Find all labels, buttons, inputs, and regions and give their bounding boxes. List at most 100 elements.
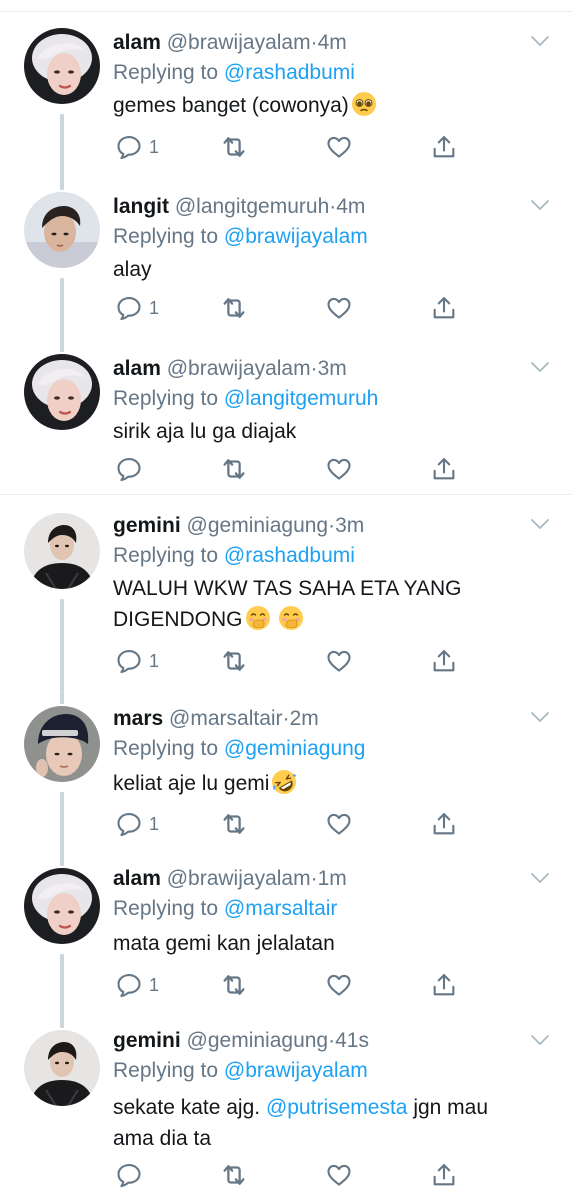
chevron-down-icon[interactable]: [530, 710, 550, 724]
retweet-button[interactable]: [219, 969, 249, 1001]
reply-count: 1: [149, 974, 160, 995]
mention-link[interactable]: @geminiagung: [224, 737, 366, 760]
thread-line-top: [60, 692, 64, 704]
avatar[interactable]: [24, 706, 100, 782]
mention-link[interactable]: @marsaltair: [224, 897, 338, 920]
timestamp[interactable]: 1m: [318, 867, 347, 890]
share-button[interactable]: [430, 292, 458, 324]
tweet[interactable]: gemini @geminiagung·3m Replying to @rash…: [0, 495, 572, 692]
retweet-button[interactable]: [219, 453, 249, 485]
tweet-actions: [0, 1159, 572, 1191]
reply-button[interactable]: [115, 1159, 143, 1191]
tweet[interactable]: alam @brawijayalam·4m Replying to @rasha…: [0, 12, 572, 188]
timestamp[interactable]: 3m: [318, 357, 347, 380]
share-button[interactable]: [430, 808, 458, 840]
mention-link[interactable]: @rashadbumi: [224, 544, 355, 567]
timestamp[interactable]: 4m: [318, 31, 347, 54]
like-button[interactable]: [325, 808, 353, 840]
avatar[interactable]: [24, 513, 100, 589]
reply-button[interactable]: 1: [115, 645, 159, 677]
tweet-text: keliat aje lu gemi: [113, 768, 533, 799]
retweet-button[interactable]: [219, 645, 249, 677]
tweet[interactable]: mars @marsaltair·2m Replying to @geminia…: [0, 692, 572, 854]
retweet-button[interactable]: [219, 292, 249, 324]
user-handle[interactable]: @brawijayalam: [167, 867, 311, 890]
tweet-body: sirik aja lu ga diajak: [113, 420, 297, 443]
tweet-header: gemini @geminiagung·41s: [113, 1026, 532, 1056]
tweet-text: WALUH WKW TAS SAHA ETA YANG DIGENDONG: [113, 573, 533, 635]
user-handle[interactable]: @geminiagung: [187, 1029, 329, 1052]
share-button[interactable]: [430, 453, 458, 485]
share-icon: [430, 294, 458, 322]
like-button[interactable]: [325, 131, 353, 163]
tweet[interactable]: alam @brawijayalam·1m Replying to @marsa…: [0, 854, 572, 1016]
user-handle[interactable]: @brawijayalam: [167, 357, 311, 380]
reply-icon: [115, 810, 143, 838]
avatar[interactable]: [24, 354, 100, 430]
like-button[interactable]: [325, 969, 353, 1001]
replying-to-label: Replying to: [113, 1059, 219, 1082]
reply-icon: [115, 971, 143, 999]
chevron-down-icon[interactable]: [530, 198, 550, 212]
avatar[interactable]: [24, 28, 100, 104]
user-handle[interactable]: @langitgemuruh: [175, 195, 329, 218]
thread-line-top: [60, 854, 64, 866]
display-name[interactable]: mars: [113, 707, 163, 730]
display-name[interactable]: alam: [113, 867, 161, 890]
reply-icon: [115, 1161, 143, 1189]
like-button[interactable]: [325, 292, 353, 324]
mention-link[interactable]: @langitgemuruh: [224, 387, 378, 410]
chevron-down-icon[interactable]: [530, 871, 550, 885]
user-handle[interactable]: @marsaltair: [169, 707, 283, 730]
chevron-down-icon[interactable]: [530, 360, 550, 374]
mention-link[interactable]: @putrisemesta: [266, 1096, 408, 1119]
tweet[interactable]: gemini @geminiagung·41s Replying to @bra…: [0, 1016, 572, 1200]
retweet-button[interactable]: [219, 808, 249, 840]
reply-button[interactable]: 1: [115, 969, 159, 1001]
chevron-down-icon[interactable]: [530, 517, 550, 531]
tweet[interactable]: alam @brawijayalam·3m Replying to @langi…: [0, 338, 572, 494]
mention-link[interactable]: @brawijayalam: [224, 1059, 368, 1082]
heart-icon: [325, 294, 353, 322]
share-button[interactable]: [430, 969, 458, 1001]
replying-to: Replying to @marsaltair: [113, 894, 337, 924]
separator-dot: ·: [310, 357, 318, 380]
mention-link[interactable]: @rashadbumi: [224, 61, 355, 84]
timestamp[interactable]: 4m: [336, 195, 365, 218]
share-button[interactable]: [430, 1159, 458, 1191]
reply-button[interactable]: 1: [115, 131, 159, 163]
display-name[interactable]: alam: [113, 357, 161, 380]
timestamp[interactable]: 41s: [335, 1029, 369, 1052]
avatar[interactable]: [24, 868, 100, 944]
display-name[interactable]: gemini: [113, 1029, 181, 1052]
display-name[interactable]: langit: [113, 195, 169, 218]
avatar[interactable]: [24, 192, 100, 268]
avatar[interactable]: [24, 1030, 100, 1106]
like-button[interactable]: [325, 1159, 353, 1191]
reply-count: 1: [149, 650, 160, 671]
separator-dot: ·: [310, 31, 318, 54]
chevron-down-icon[interactable]: [530, 34, 550, 48]
tweet[interactable]: langit @langitgemuruh·4m Replying to @br…: [0, 176, 572, 338]
thread-line-top: [60, 176, 64, 190]
reply-button[interactable]: [115, 453, 143, 485]
timestamp[interactable]: 3m: [335, 514, 364, 537]
display-name[interactable]: alam: [113, 31, 161, 54]
display-name[interactable]: gemini: [113, 514, 181, 537]
share-button[interactable]: [430, 131, 458, 163]
share-button[interactable]: [430, 645, 458, 677]
user-handle[interactable]: @brawijayalam: [167, 31, 311, 54]
chevron-down-icon[interactable]: [530, 1033, 550, 1047]
reply-count: 1: [149, 813, 160, 834]
retweet-button[interactable]: [219, 131, 249, 163]
user-handle[interactable]: @geminiagung: [187, 514, 329, 537]
reply-button[interactable]: 1: [115, 292, 159, 324]
like-button[interactable]: [325, 453, 353, 485]
retweet-button[interactable]: [219, 1159, 249, 1191]
mention-link[interactable]: @brawijayalam: [224, 225, 368, 248]
tweet-body-line2: ama dia ta: [113, 1127, 212, 1150]
like-button[interactable]: [325, 645, 353, 677]
timestamp[interactable]: 2m: [290, 707, 319, 730]
rolling-on-floor-laughing-emoji: [271, 769, 297, 795]
reply-button[interactable]: 1: [115, 808, 159, 840]
